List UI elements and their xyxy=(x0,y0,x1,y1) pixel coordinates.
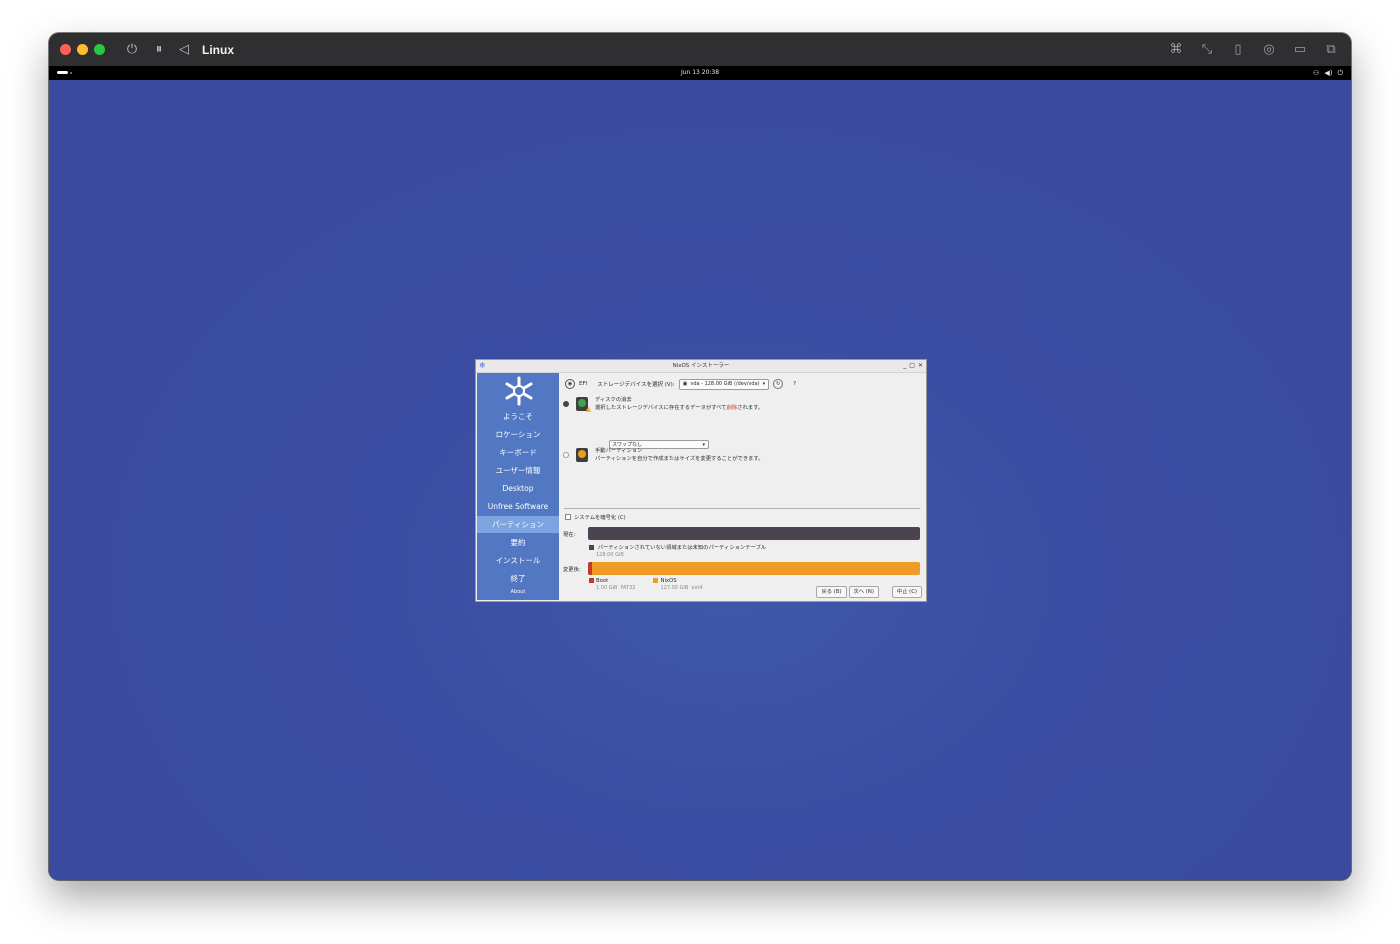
vm-title: Linux xyxy=(202,42,234,57)
power-menu-icon: ⏻ xyxy=(1337,69,1343,77)
installer-app-icon: ❄ xyxy=(479,361,486,370)
help-icon[interactable]: ? xyxy=(793,381,796,387)
after-label: 変更後: xyxy=(563,567,581,573)
clock[interactable]: Jun 13 20:38 xyxy=(49,69,1351,76)
partition-page: ◉ EFI ストレージデバイスを選択 (V): ▣ vda - 128.00 G… xyxy=(560,373,926,601)
cancel-button[interactable]: 中止 (C) xyxy=(891,586,922,598)
usb-icon[interactable]: ▯ xyxy=(1228,39,1248,59)
refresh-devices-button[interactable]: ↻ xyxy=(773,379,784,389)
chevron-down-icon: ▾ xyxy=(762,380,766,387)
current-partition-bar xyxy=(588,527,920,540)
installer-sidebar: ようこそ ロケーション キーボード ユーザー情報 Desktop Unfree … xyxy=(477,373,559,600)
pause-icon[interactable]: ⏸ xyxy=(149,40,169,60)
back-button[interactable]: 戻る (B) xyxy=(816,586,847,598)
divider xyxy=(564,508,920,509)
storage-device-value: vda - 128.00 GiB (/dev/vda) xyxy=(690,380,760,387)
erase-disk-title: ディスクの消去 xyxy=(595,397,632,403)
maximize-icon[interactable]: □ xyxy=(909,360,915,372)
close-window-button[interactable] xyxy=(60,44,71,55)
nav-buttons: 戻る (B) 次へ (N) 中止 (C) xyxy=(816,586,922,598)
legend-boot: Boot 1.00 GiB FAT32 xyxy=(589,578,635,591)
erase-disk-icon: ▲ xyxy=(576,397,591,413)
sidebar-item-install[interactable]: インストール xyxy=(477,552,559,569)
current-legend-size: 128.00 GiB xyxy=(596,552,624,558)
storage-row: ◉ EFI ストレージデバイスを選択 (V): ▣ vda - 128.00 G… xyxy=(565,378,796,390)
zoom-window-button[interactable] xyxy=(94,44,105,55)
network-icon: ⚇ xyxy=(1313,69,1320,77)
next-button[interactable]: 次へ (N) xyxy=(848,586,879,598)
close-icon[interactable]: ✕ xyxy=(918,360,923,372)
erase-disk-option[interactable]: ▲ ディスクの消去 選択したストレージデバイスに存在するデータがすべて削除されま… xyxy=(563,397,764,413)
sidebar-item-desktop[interactable]: Desktop xyxy=(477,480,559,497)
display-icon[interactable]: ⧉ xyxy=(1321,39,1341,59)
erase-disk-radio[interactable] xyxy=(563,401,569,407)
sidebar-item-unfree-software[interactable]: Unfree Software xyxy=(477,498,559,515)
desktop: ❄ NixOS インストーラー _ □ ✕ ようこそ ロケーション キーボード … xyxy=(49,80,1351,880)
shared-folder-icon[interactable]: ▭ xyxy=(1290,39,1310,59)
storage-label: ストレージデバイスを選択 (V): xyxy=(597,382,675,388)
vm-titlebar: ⏻ ⏸ ◁ Linux ⌘ ⤡ ▯ ◎ ▭ ⧉ xyxy=(49,33,1351,66)
manual-partition-description: パーティションを自分で作成またはサイズを変更することができます。 xyxy=(595,455,764,462)
back-icon[interactable]: ◁ xyxy=(174,40,194,60)
after-partition-bar xyxy=(588,562,920,575)
after-bar-segment-nixos xyxy=(592,562,920,575)
erase-disk-description: 選択したストレージデバイスに存在するデータがすべて削除されます。 xyxy=(595,404,764,411)
manual-partition-option[interactable]: 手動パーティション パーティションを自分で作成またはサイズを変更することができま… xyxy=(563,448,764,463)
current-legend-label: パーティションされていない領域または未知のパーティションテーブル xyxy=(597,545,767,551)
after-legend: Boot 1.00 GiB FAT32 NixOS 127.00 GiB ext… xyxy=(589,578,703,591)
encrypt-checkbox[interactable] xyxy=(565,514,571,520)
nixos-logo-icon xyxy=(505,376,533,406)
legend-nixos: NixOS 127.00 GiB ext4 xyxy=(653,578,703,591)
vm-window: ⏻ ⏸ ◁ Linux ⌘ ⤡ ▯ ◎ ▭ ⧉ Jun 13 20:38 ⚇ ◀… xyxy=(49,33,1351,880)
sidebar-item-partition[interactable]: パーティション xyxy=(477,516,559,533)
command-key-icon[interactable]: ⌘ xyxy=(1166,39,1186,59)
sidebar-item-location[interactable]: ロケーション xyxy=(477,426,559,443)
vm-toolbar: ⌘ ⤡ ▯ ◎ ▭ ⧉ xyxy=(1166,39,1341,59)
disk-icon[interactable]: ◎ xyxy=(1259,39,1279,59)
encrypt-label: システムを暗号化 (C) xyxy=(574,515,626,521)
about-button[interactable]: About xyxy=(477,585,559,599)
installer-window: ❄ NixOS インストーラー _ □ ✕ ようこそ ロケーション キーボード … xyxy=(475,359,927,602)
efi-icon: ◉ xyxy=(565,379,575,389)
sidebar-item-summary[interactable]: 要約 xyxy=(477,534,559,551)
manual-partition-title: 手動パーティション xyxy=(595,448,643,454)
sidebar-item-welcome[interactable]: ようこそ xyxy=(477,408,559,425)
manual-partition-icon xyxy=(576,448,588,462)
system-tray[interactable]: ⚇ ◀) ⏻ xyxy=(1313,69,1343,78)
installer-titlebar: ❄ NixOS インストーラー _ □ ✕ xyxy=(476,360,926,373)
current-legend: パーティションされていない領域または未知のパーティションテーブル 128.00 … xyxy=(589,543,766,558)
encrypt-option[interactable]: システムを暗号化 (C) xyxy=(565,513,626,521)
minimize-icon[interactable]: _ xyxy=(903,360,906,372)
current-label: 現在: xyxy=(563,532,576,538)
minimize-window-button[interactable] xyxy=(77,44,88,55)
sidebar-item-keyboard[interactable]: キーボード xyxy=(477,444,559,461)
efi-label: EFI xyxy=(579,381,588,387)
storage-device-select[interactable]: ▣ vda - 128.00 GiB (/dev/vda) ▾ xyxy=(678,378,770,390)
installer-window-controls: _ □ ✕ xyxy=(903,360,923,372)
installer-title: NixOS インストーラー xyxy=(672,363,730,369)
manual-partition-radio[interactable] xyxy=(563,452,569,458)
gnome-top-bar: Jun 13 20:38 ⚇ ◀) ⏻ xyxy=(49,66,1351,80)
resize-icon[interactable]: ⤡ xyxy=(1197,39,1217,59)
power-icon[interactable]: ⏻ xyxy=(122,40,142,60)
drive-icon: ▣ xyxy=(682,380,688,387)
sidebar-item-users[interactable]: ユーザー情報 xyxy=(477,462,559,479)
volume-icon: ◀) xyxy=(1324,69,1333,77)
window-controls xyxy=(60,44,105,55)
